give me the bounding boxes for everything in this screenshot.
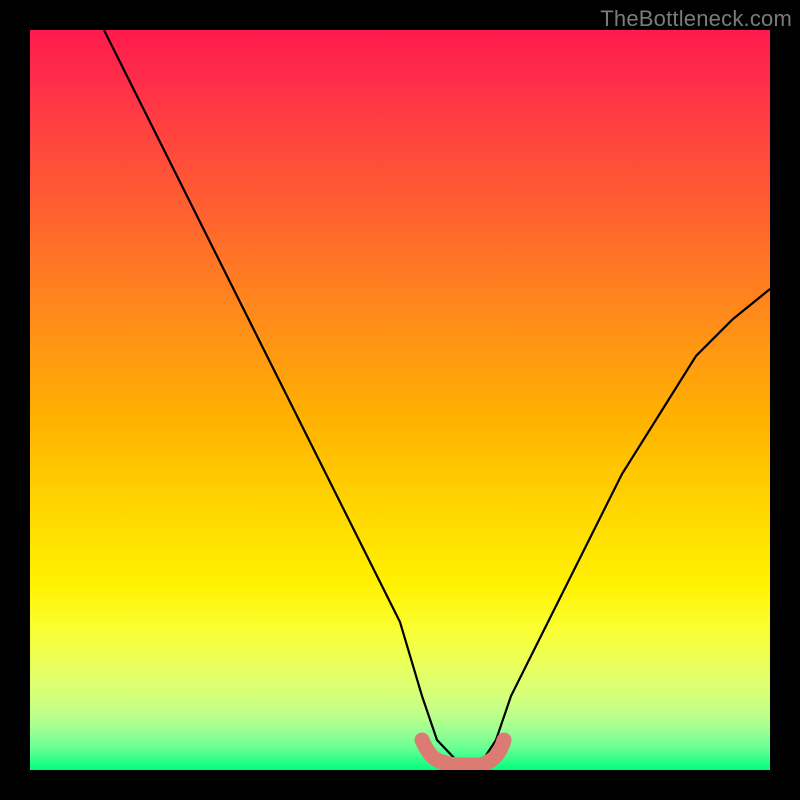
plot-area <box>30 30 770 770</box>
bottleneck-curve <box>104 30 770 763</box>
chart-svg <box>30 30 770 770</box>
watermark-text: TheBottleneck.com <box>600 6 792 32</box>
chart-container: TheBottleneck.com <box>0 0 800 800</box>
optimal-band <box>422 740 504 765</box>
